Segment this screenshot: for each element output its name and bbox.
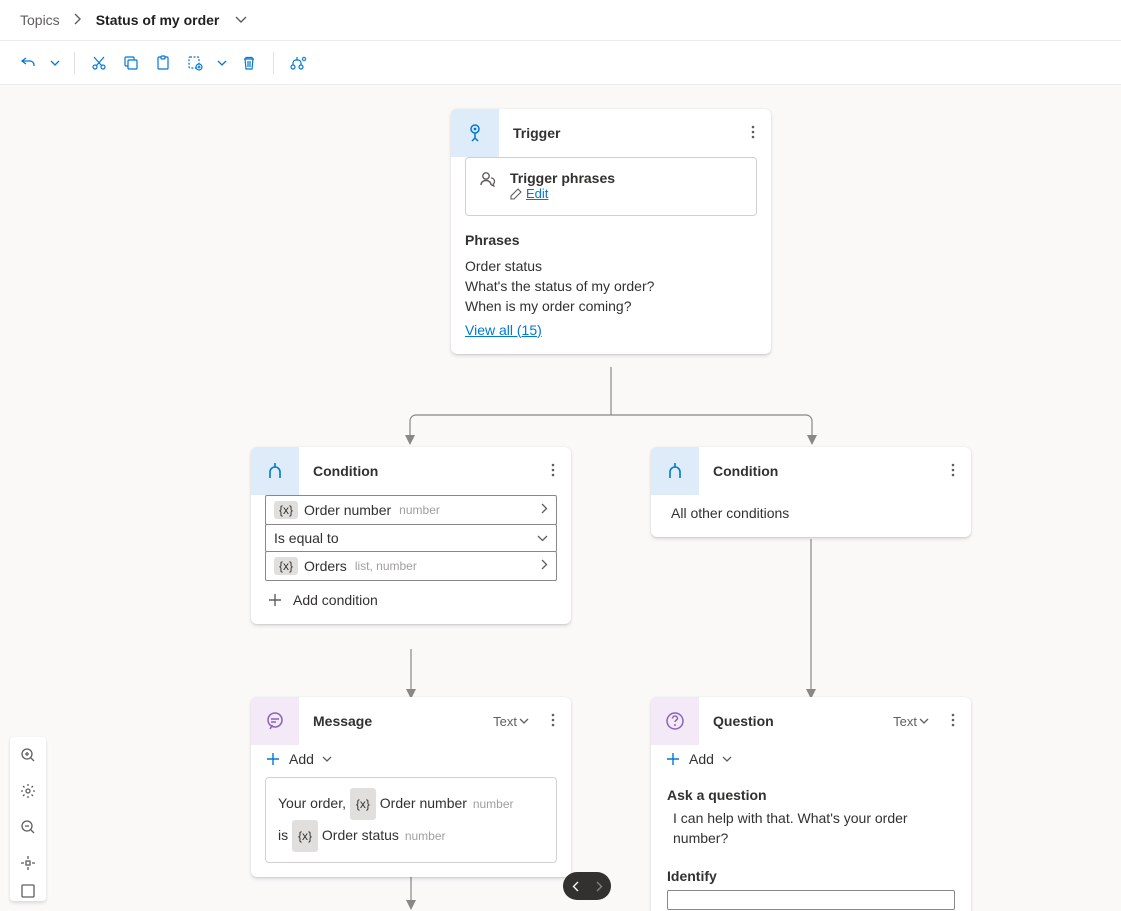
undo-button[interactable] [14, 49, 42, 77]
phrases-heading: Phrases [451, 230, 771, 256]
breadcrumb-topics-link[interactable]: Topics [20, 12, 60, 28]
chevron-right-icon [541, 559, 548, 573]
question-node[interactable]: Question Text Add Ask a question I can h… [651, 697, 971, 911]
variation-pager [563, 872, 611, 900]
node-title: Condition [713, 463, 933, 479]
zoom-reset-button[interactable] [10, 773, 46, 809]
variable-chip: {x} [350, 788, 376, 820]
condition-operator-picker[interactable]: Is equal to [265, 524, 557, 552]
separator [273, 52, 274, 74]
variable-type: number [405, 829, 446, 843]
trigger-phrases-label: Trigger phrases [510, 170, 615, 186]
node-more-button[interactable] [547, 713, 559, 730]
message-text: is [278, 827, 292, 843]
edit-phrases-link[interactable]: Edit [510, 186, 548, 201]
pager-prev-button[interactable] [563, 872, 587, 900]
condition-variable-picker[interactable]: {x} Order number number [265, 495, 557, 525]
chevron-right-icon [74, 13, 82, 28]
condition-icon [651, 447, 699, 495]
trigger-node[interactable]: Trigger Trigger phrases Edit Phrases Ord… [451, 109, 771, 354]
separator [74, 52, 75, 74]
message-text-editor[interactable]: Your order, {x} Order number number is {… [265, 777, 557, 863]
node-more-button[interactable] [747, 125, 759, 142]
variable-type: list, number [355, 559, 417, 573]
cut-button[interactable] [85, 49, 113, 77]
zoom-in-button[interactable] [10, 737, 46, 773]
identify-picker[interactable] [667, 890, 955, 910]
pager-next-button[interactable] [587, 872, 611, 900]
paste-dropdown[interactable] [213, 60, 231, 66]
question-icon [651, 697, 699, 745]
variable-chip: {x} [292, 820, 318, 852]
zoom-toolbar [10, 737, 46, 901]
trigger-phrase: When is my order coming? [451, 296, 771, 316]
authoring-canvas[interactable]: Trigger Trigger phrases Edit Phrases Ord… [0, 85, 1121, 911]
toolbar [0, 41, 1121, 85]
variable-name: Orders [304, 558, 347, 574]
condition-icon [251, 447, 299, 495]
question-identify-heading: Identify [651, 858, 971, 890]
variable-chip: {x} [274, 557, 298, 575]
variable-chip: {x} [274, 501, 298, 519]
node-more-button[interactable] [947, 713, 959, 730]
add-node-button[interactable] [284, 49, 312, 77]
condition-node-right[interactable]: Condition All other conditions [651, 447, 971, 537]
operator-label: Is equal to [274, 530, 339, 546]
phrases-icon [478, 170, 498, 190]
question-add-button[interactable]: Add [651, 745, 971, 777]
chevron-down-icon [537, 531, 548, 545]
message-node[interactable]: Message Text Add Your order, {x} Order n… [251, 697, 571, 877]
trigger-phrase: What's the status of my order? [451, 276, 771, 296]
variable-type: number [399, 503, 440, 517]
message-add-button[interactable]: Add [251, 745, 571, 777]
undo-dropdown[interactable] [46, 60, 64, 66]
delete-button[interactable] [235, 49, 263, 77]
node-title: Message [313, 713, 479, 729]
fit-view-button[interactable] [10, 845, 46, 881]
question-type-dropdown[interactable]: Text [893, 714, 929, 729]
breadcrumb: Topics Status of my order [0, 0, 1121, 41]
variable-name: Order number [304, 502, 391, 518]
node-title: Trigger [513, 125, 733, 141]
variable-name: Order status [322, 827, 399, 843]
view-all-phrases-link[interactable]: View all (15) [465, 322, 542, 338]
condition-node-left[interactable]: Condition {x} Order number number Is equ… [251, 447, 571, 624]
chevron-right-icon [541, 503, 548, 517]
question-prompt-text: I can help with that. What's your order … [651, 809, 971, 858]
paste-button[interactable] [149, 49, 177, 77]
message-icon [251, 697, 299, 745]
breadcrumb-current: Status of my order [96, 12, 220, 28]
condition-else-label: All other conditions [651, 495, 971, 537]
variable-type: number [473, 797, 514, 811]
paste-special-button[interactable] [181, 49, 209, 77]
breadcrumb-dropdown[interactable] [235, 13, 247, 27]
node-title: Condition [313, 463, 533, 479]
message-text: Your order, [278, 795, 350, 811]
trigger-phrase: Order status [451, 256, 771, 276]
node-title: Question [713, 713, 879, 729]
question-section-heading: Ask a question [651, 777, 971, 809]
add-condition-button[interactable]: Add condition [265, 580, 557, 610]
minimap-button[interactable] [10, 881, 46, 901]
node-more-button[interactable] [547, 463, 559, 480]
node-more-button[interactable] [947, 463, 959, 480]
copy-button[interactable] [117, 49, 145, 77]
zoom-out-button[interactable] [10, 809, 46, 845]
variable-name: Order number [380, 795, 467, 811]
trigger-phrases-box: Trigger phrases Edit [465, 157, 757, 216]
condition-value-picker[interactable]: {x} Orders list, number [265, 551, 557, 581]
trigger-icon [451, 109, 499, 157]
message-type-dropdown[interactable]: Text [493, 714, 529, 729]
